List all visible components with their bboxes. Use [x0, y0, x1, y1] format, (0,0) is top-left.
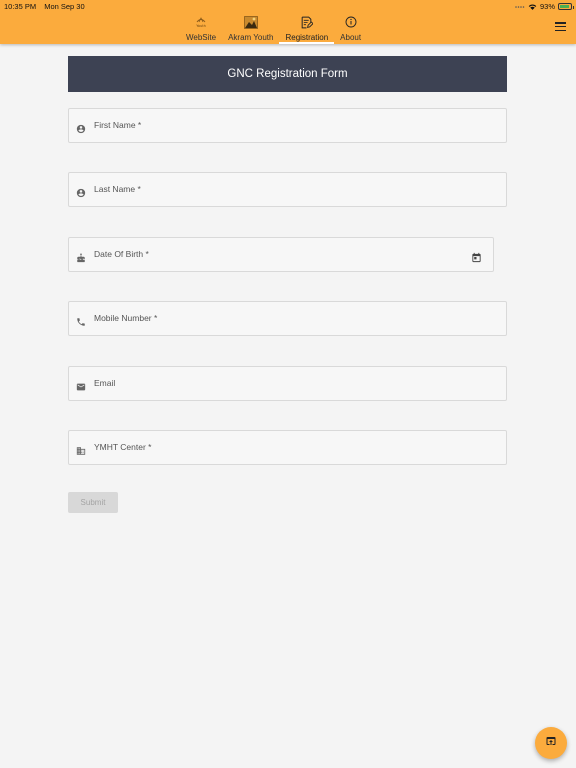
tab-about[interactable]: About	[334, 10, 367, 44]
wifi-icon	[528, 4, 537, 10]
edit-document-icon	[300, 15, 314, 29]
date-of-birth-field[interactable]: Date Of Birth *	[68, 237, 494, 272]
last-name-field[interactable]: Last Name *	[68, 172, 507, 207]
form-title: GNC Registration Form	[68, 56, 507, 92]
phone-icon	[76, 317, 86, 327]
status-date: Mon Sep 30	[44, 2, 85, 11]
mobile-number-label: Mobile Number *	[94, 313, 158, 323]
tab-akram-youth[interactable]: Akram Youth	[222, 10, 279, 44]
date-of-birth-label: Date Of Birth *	[94, 249, 149, 259]
email-label: Email	[94, 378, 116, 388]
svg-text:Youth: Youth	[196, 24, 206, 28]
tab-website-label: WebSite	[186, 33, 217, 42]
first-name-field[interactable]: First Name *	[68, 108, 507, 143]
account-circle-icon	[76, 124, 86, 134]
tab-registration[interactable]: Registration	[279, 10, 335, 44]
email-icon	[76, 382, 86, 392]
open-in-browser-fab[interactable]	[535, 727, 567, 759]
mobile-number-field[interactable]: Mobile Number *	[68, 301, 507, 336]
hamburger-menu-icon[interactable]	[555, 22, 566, 32]
cake-icon	[76, 252, 86, 263]
info-icon	[344, 15, 358, 29]
battery-percent: 93%	[539, 2, 555, 11]
battery-icon	[558, 3, 574, 10]
email-field[interactable]: Email	[68, 366, 507, 401]
tab-about-label: About	[340, 33, 362, 42]
tab-akram-youth-label: Akram Youth	[228, 33, 274, 42]
nav-tabs: Youth WebSite Akram Youth Registration A…	[180, 10, 367, 44]
last-name-label: Last Name *	[94, 184, 141, 194]
ymht-center-label: YMHT Center *	[94, 442, 152, 452]
business-icon	[76, 446, 86, 456]
akram-youth-image-icon	[243, 15, 258, 29]
first-name-label: First Name *	[94, 120, 142, 130]
tab-registration-label: Registration	[285, 33, 329, 42]
submit-button[interactable]: Submit	[68, 492, 118, 513]
tab-website[interactable]: Youth WebSite	[180, 10, 222, 44]
ymht-center-field[interactable]: YMHT Center *	[68, 430, 507, 465]
cellular-dots-icon	[515, 5, 525, 8]
status-time: 10:35 PM	[4, 2, 37, 11]
account-circle-icon	[76, 188, 86, 198]
open-in-browser-icon	[545, 734, 557, 752]
calendar-icon[interactable]	[471, 250, 482, 263]
app-top-bar: 10:35 PM Mon Sep 30 93% Youth WebSite Ak…	[0, 0, 576, 44]
youth-logo-icon: Youth	[194, 15, 208, 29]
